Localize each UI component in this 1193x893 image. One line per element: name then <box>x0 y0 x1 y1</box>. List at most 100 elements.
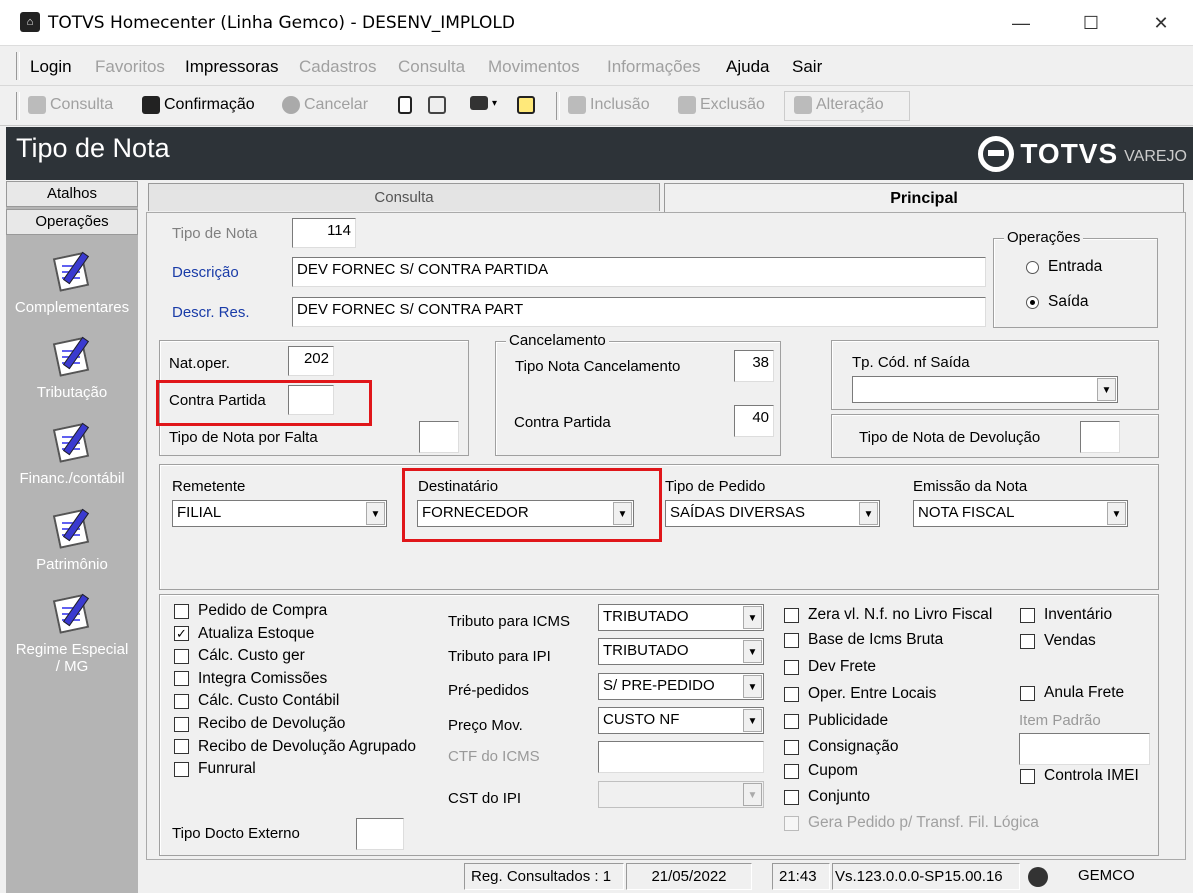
menu-login[interactable]: Login <box>30 57 72 77</box>
check-left-2[interactable]: Cálc. Custo ger <box>174 647 305 665</box>
tipo-nota-falta-field[interactable] <box>419 421 459 453</box>
check-left-3[interactable]: Integra Comissões <box>174 670 327 688</box>
preview-icon <box>428 96 446 114</box>
preco-mov-select[interactable]: CUSTO NF ▼ <box>598 707 764 734</box>
check-label: Publicidade <box>808 712 889 729</box>
check-left-0[interactable]: Pedido de Compra <box>174 602 327 620</box>
sidebar-item-regime-especial[interactable]: Regime Especial / MG <box>6 591 138 675</box>
check-mid-4[interactable]: Publicidade <box>784 712 888 730</box>
document-pen-icon <box>50 591 94 635</box>
check-mid-6[interactable]: Cupom <box>784 762 858 780</box>
item-padrao-field[interactable] <box>1019 733 1150 765</box>
tp-cod-nf-saida-select[interactable]: ▼ <box>852 376 1118 403</box>
descricao-field[interactable]: DEV FORNEC S/ CONTRA PARTIDA <box>292 257 986 287</box>
menu-ajuda[interactable]: Ajuda <box>726 57 769 77</box>
chevron-down-icon: ▼ <box>1107 502 1126 525</box>
check-label: Conjunto <box>808 788 871 805</box>
check-anula-frete[interactable]: Anula Frete <box>1020 684 1124 702</box>
confirmacao-button[interactable]: Confirmação <box>142 96 255 114</box>
check-left-5[interactable]: Recibo de Devolução <box>174 715 345 733</box>
dropdown-icon: ▾ <box>492 97 498 109</box>
consulta-label: Consulta <box>50 96 114 113</box>
brand-sub: VAREJO <box>1124 148 1187 165</box>
radio-entrada[interactable]: Entrada <box>1026 258 1102 276</box>
check-mid-8[interactable]: Gera Pedido p/ Transf. Fil. Lógica <box>784 814 1039 832</box>
ctf-icms-field[interactable] <box>598 741 764 773</box>
help-button[interactable] <box>517 96 535 114</box>
sidebar-tab-atalhos[interactable]: Atalhos <box>6 181 138 207</box>
preview-button[interactable] <box>428 96 446 114</box>
check-inventario[interactable]: Inventário <box>1020 606 1112 624</box>
tributo-ipi-select[interactable]: TRIBUTADO ▼ <box>598 638 764 665</box>
tipo-nota-cancel-field[interactable]: 38 <box>734 350 774 382</box>
new-doc-button[interactable] <box>398 96 412 114</box>
radio-saida[interactable]: Saída <box>1026 293 1089 311</box>
radio-dot-selected <box>1026 295 1039 309</box>
sidebar-tab-operacoes[interactable]: Operações <box>6 209 138 235</box>
check-mid-5[interactable]: Consignação <box>784 738 898 756</box>
menu-cadastros[interactable]: Cadastros <box>299 57 376 77</box>
menu-movimentos[interactable]: Movimentos <box>488 57 580 77</box>
check-mid-1[interactable]: Base de Icms Bruta <box>784 631 943 649</box>
sidebar-item-patrimonio[interactable]: Patrimônio <box>6 506 138 573</box>
menu-consulta[interactable]: Consulta <box>398 57 465 77</box>
sidebar-item-complementares[interactable]: Complementares <box>6 249 138 316</box>
maximize-button[interactable]: ☐ <box>1068 6 1114 40</box>
close-button[interactable]: ✕ <box>1138 6 1184 40</box>
tipo-nota-devolucao-field[interactable] <box>1080 421 1120 453</box>
exclusao-button[interactable]: Exclusão <box>678 96 765 114</box>
tipo-docto-externo-field[interactable] <box>356 818 404 850</box>
menu-favoritos[interactable]: Favoritos <box>95 57 165 77</box>
sidebar-item-label: Complementares <box>14 299 130 316</box>
chevron-down-icon: ▼ <box>859 502 878 525</box>
remetente-select[interactable]: FILIAL ▼ <box>172 500 387 527</box>
radio-dot <box>1026 260 1039 274</box>
tipo-docto-externo-label: Tipo Docto Externo <box>172 825 300 842</box>
cancel-contra-partida-field[interactable]: 40 <box>734 405 774 437</box>
check-mid-2[interactable]: Dev Frete <box>784 658 876 676</box>
menu-informacoes[interactable]: Informações <box>607 57 701 77</box>
check-left-6[interactable]: Recibo de Devolução Agrupado <box>174 738 416 756</box>
menu-sair[interactable]: Sair <box>792 57 822 77</box>
menu-impressoras[interactable]: Impressoras <box>185 57 279 77</box>
select-value: FILIAL <box>177 504 222 521</box>
chevron-down-icon: ▼ <box>1097 378 1116 401</box>
status-user: GEMCO <box>1078 867 1135 884</box>
tipo-pedido-select[interactable]: SAÍDAS DIVERSAS ▼ <box>665 500 880 527</box>
minimize-button[interactable]: — <box>998 6 1044 40</box>
sidebar-item-financ[interactable]: Financ./contábil <box>6 420 138 487</box>
check-mid-7[interactable]: Conjunto <box>784 788 870 806</box>
check-left-7[interactable]: Funrural <box>174 760 256 778</box>
emissao-select[interactable]: NOTA FISCAL ▼ <box>913 500 1128 527</box>
cancelar-button[interactable]: Cancelar <box>282 96 368 114</box>
toolbar: Consulta Confirmação Cancelar ▾ Inclusão… <box>0 86 1193 126</box>
emissao-label: Emissão da Nota <box>913 478 1028 495</box>
sidebar-item-tributacao[interactable]: Tributação <box>6 334 138 401</box>
descr-res-field[interactable]: DEV FORNEC S/ CONTRA PART <box>292 297 986 327</box>
cst-ipi-select[interactable]: ▼ <box>598 781 764 808</box>
check-mid-0[interactable]: Zera vl. N.f. no Livro Fiscal <box>784 606 992 624</box>
tributo-icms-select[interactable]: TRIBUTADO ▼ <box>598 604 764 631</box>
check-vendas[interactable]: Vendas <box>1020 632 1096 650</box>
nat-oper-field[interactable]: 202 <box>288 346 334 376</box>
check-left-4[interactable]: Cálc. Custo Contábil <box>174 692 339 710</box>
check-mid-3[interactable]: Oper. Entre Locais <box>784 685 936 703</box>
chevron-down-icon: ▼ <box>743 640 762 663</box>
check-label: Vendas <box>1044 632 1096 649</box>
tipo-nota-falta-label: Tipo de Nota por Falta <box>169 429 318 446</box>
pre-pedidos-select[interactable]: S/ PRE-PEDIDO ▼ <box>598 673 764 700</box>
sidebar-item-label: Tributação <box>36 384 108 401</box>
consulta-button[interactable]: Consulta <box>28 96 113 114</box>
toolbar-grip <box>16 92 20 120</box>
check-left-1[interactable]: ✓ Atualiza Estoque <box>174 625 314 643</box>
nat-oper-label: Nat.oper. <box>169 355 230 372</box>
select-value: S/ PRE-PEDIDO <box>603 677 715 694</box>
tipo-nota-field[interactable]: 114 <box>292 218 356 248</box>
status-reg: Reg. Consultados : 1 <box>464 863 624 890</box>
app-icon: ⌂ <box>20 12 40 32</box>
tab-consulta[interactable]: Consulta <box>148 183 660 211</box>
check-controla-imei[interactable]: Controla IMEI <box>1020 767 1139 785</box>
print-button[interactable]: ▾ <box>470 96 497 110</box>
tab-principal[interactable]: Principal <box>664 183 1184 213</box>
inclusao-button[interactable]: Inclusão <box>568 96 650 114</box>
